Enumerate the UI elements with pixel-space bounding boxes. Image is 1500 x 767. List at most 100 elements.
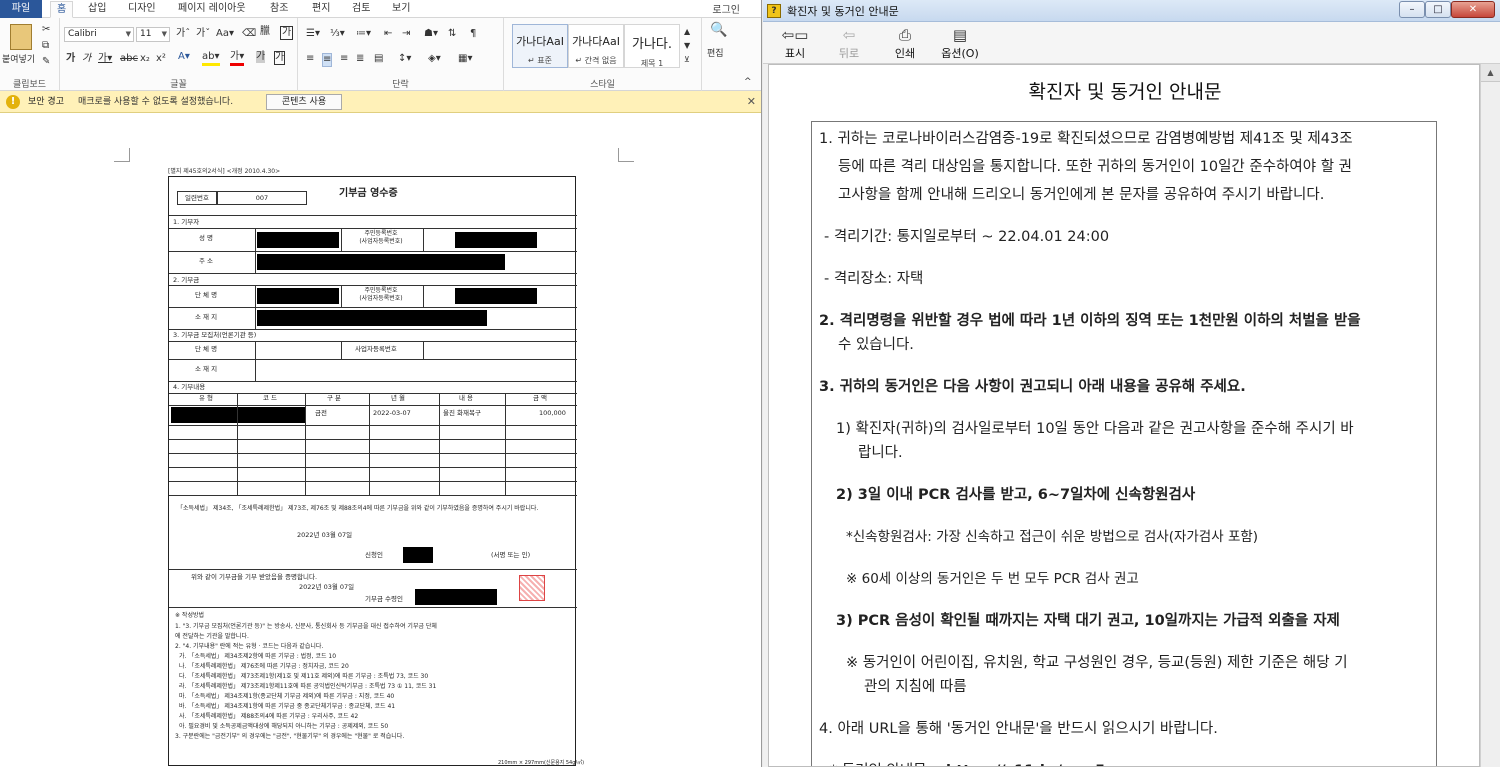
receipt-frame: 일련번호 007 기부금 영수증 1. 기부자 성 명 주민등록번호 (사업자등… bbox=[168, 176, 577, 766]
org-id-label: 주민등록번호 (사업자등록번호) bbox=[359, 287, 403, 302]
tab-page-layout[interactable]: 페이지 레이아웃 bbox=[172, 1, 252, 18]
tab-view[interactable]: 보기 bbox=[386, 1, 416, 18]
italic-icon[interactable]: 가 bbox=[82, 53, 91, 65]
numbering-icon[interactable]: ⅓▾ bbox=[330, 28, 345, 40]
underline-icon[interactable]: 가▾ bbox=[98, 53, 112, 65]
borders-icon[interactable]: ▦▾ bbox=[458, 53, 472, 65]
sort-icon[interactable]: ⇅ bbox=[448, 28, 456, 40]
styles-scroll-down-icon[interactable]: ▼ bbox=[684, 40, 690, 52]
tab-insert[interactable]: 삽입 bbox=[82, 1, 112, 18]
char-border-icon[interactable]: 가 bbox=[274, 51, 286, 65]
print-button[interactable]: ⎙ 인쇄 bbox=[885, 25, 925, 61]
tab-design[interactable]: 디자인 bbox=[122, 1, 162, 18]
font-size-select[interactable]: 11 ▼ bbox=[136, 27, 170, 42]
login-link[interactable]: 로그인 bbox=[712, 1, 740, 16]
clear-format-icon[interactable]: ⌫ bbox=[242, 28, 256, 40]
styles-label: 스타일 bbox=[590, 80, 615, 90]
find-icon[interactable]: 🔍 bbox=[710, 23, 727, 37]
justify-icon[interactable]: ≣ bbox=[356, 53, 364, 65]
vertical-scrollbar[interactable]: ▲ bbox=[1480, 64, 1500, 767]
text-effects-icon[interactable]: A▾ bbox=[178, 51, 190, 63]
notice-p1-line3: 고사항을 함께 안내해 드리오니 동거인에게 본 문자를 공유하여 주시기 바랍… bbox=[838, 187, 1325, 203]
font-name-select[interactable]: Calibri ▼ bbox=[64, 27, 134, 42]
align-center-icon[interactable]: ≡ bbox=[322, 53, 333, 67]
superscript-icon[interactable]: x² bbox=[156, 53, 166, 65]
vline bbox=[255, 341, 256, 381]
highlight-icon[interactable]: ab▾ bbox=[202, 51, 220, 66]
style-heading-1[interactable]: 가나다. 제목 1 bbox=[624, 24, 680, 68]
style-no-spacing[interactable]: 가나다AaI ↵ 간격 없음 bbox=[568, 24, 624, 68]
enclose-char-icon[interactable]: 가 bbox=[280, 26, 294, 40]
increase-indent-icon[interactable]: ⇥ bbox=[402, 28, 410, 40]
scroll-up-icon[interactable]: ▲ bbox=[1481, 64, 1500, 82]
redacted-id-number bbox=[455, 232, 537, 248]
line-spacing-icon[interactable]: ↕▾ bbox=[398, 53, 411, 65]
style-normal[interactable]: 가나다AaI ↵ 표준 bbox=[512, 24, 568, 68]
margin-mark-tr bbox=[618, 148, 634, 162]
statement-text: 「소득세법」 제34조, 「조세특례제한법」 제73조, 제76조 및 제88조… bbox=[177, 505, 539, 512]
hline bbox=[169, 481, 577, 482]
enable-content-button[interactable]: 콘텐츠 사용 bbox=[266, 94, 342, 110]
copy-icon[interactable]: ⧉ bbox=[42, 40, 49, 52]
notice-link-url[interactable]: https://c11.kr/wpv5 bbox=[946, 758, 1105, 766]
paste-button[interactable]: 붙여넣기 bbox=[2, 54, 35, 66]
edit-button[interactable]: 편집 bbox=[707, 48, 724, 60]
notice-kids-line2: 관의 지침에 따름 bbox=[864, 679, 967, 695]
close-button[interactable]: ✕ bbox=[1451, 1, 1495, 18]
show-button[interactable]: ⇦▭ 표시 bbox=[775, 25, 815, 61]
viewer-content[interactable]: 확진자 및 동거인 안내문 1. 귀하는 코로나바이러스감염증-19로 확진되셨… bbox=[768, 64, 1480, 767]
org-name-label: 단 체 명 bbox=[195, 291, 218, 299]
paste-icon[interactable] bbox=[10, 24, 32, 50]
cut-icon[interactable]: ✂ bbox=[42, 24, 50, 36]
row1-date: 2022-03-07 bbox=[373, 409, 411, 417]
vline bbox=[439, 393, 440, 495]
font-color-icon[interactable]: 가▾ bbox=[230, 51, 245, 66]
strikethrough-icon[interactable]: abc bbox=[120, 53, 138, 65]
serial-label: 일련번호 bbox=[177, 191, 217, 205]
multilevel-list-icon[interactable]: ≔▾ bbox=[356, 28, 371, 40]
minimize-button[interactable]: – bbox=[1399, 1, 1425, 18]
options-button[interactable]: ▤ 옵션(O) bbox=[937, 25, 983, 61]
phonetic-guide-icon[interactable]: 臘 bbox=[260, 26, 270, 38]
char-shading-icon[interactable]: 가 bbox=[256, 51, 266, 63]
tab-review[interactable]: 검토 bbox=[346, 1, 376, 18]
change-case-icon[interactable]: Aa▾ bbox=[216, 28, 234, 40]
grow-font-icon[interactable]: 가ˆ bbox=[176, 28, 190, 40]
section-3-label: 3. 기부금 모집처(언론기관 등) bbox=[173, 331, 257, 339]
back-button[interactable]: ⇦ 뒤로 bbox=[829, 25, 869, 61]
styles-scroll-up-icon[interactable]: ▲ bbox=[684, 26, 690, 38]
form-reference: [별지 제45호의2서식] <개정 2010.4.30> bbox=[168, 168, 281, 175]
shading-icon[interactable]: ◈▾ bbox=[428, 53, 441, 65]
vline bbox=[341, 285, 342, 307]
show-marks-icon[interactable]: ¶ bbox=[470, 28, 476, 40]
align-right-icon[interactable]: ≡ bbox=[340, 53, 348, 65]
redacted-org-id bbox=[455, 288, 537, 304]
asian-layout-icon[interactable]: ☗▾ bbox=[424, 28, 438, 40]
bold-icon[interactable]: 가 bbox=[66, 53, 75, 65]
distributed-icon[interactable]: ▤ bbox=[374, 53, 383, 65]
shrink-font-icon[interactable]: 가ˇ bbox=[196, 28, 210, 40]
tab-mailings[interactable]: 편지 bbox=[306, 1, 336, 18]
collapse-ribbon-icon[interactable]: ^ bbox=[744, 76, 752, 88]
maximize-button[interactable]: □ bbox=[1425, 1, 1451, 18]
subscript-icon[interactable]: x₂ bbox=[140, 53, 150, 65]
format-painter-icon[interactable]: ✎ bbox=[42, 56, 50, 68]
method-line-5: 나. 「조세특례제한법」 제76조에 따른 기부금 : 정치자금, 코드 20 bbox=[179, 663, 349, 670]
tab-home[interactable]: 홈 bbox=[50, 1, 74, 18]
close-icon[interactable]: ✕ bbox=[747, 91, 756, 113]
method-title: ※ 작성방법 bbox=[175, 612, 205, 619]
style-no-spacing-preview: 가나다AaI bbox=[572, 35, 620, 48]
viewer-window: ? 확진자 및 동거인 안내문 – □ ✕ ⇦▭ 표시 ⇦ 뒤로 ⎙ 인쇄 ▤ 옵션(O… bbox=[763, 0, 1500, 767]
vline bbox=[255, 285, 256, 329]
vline bbox=[505, 393, 506, 495]
decrease-indent-icon[interactable]: ⇤ bbox=[384, 28, 392, 40]
notice-title: 확진자 및 동거인 안내문 bbox=[1028, 81, 1222, 103]
styles-more-icon[interactable]: ⊻ bbox=[684, 54, 690, 66]
tab-file[interactable]: 파일 bbox=[0, 0, 42, 18]
bullets-icon[interactable]: ☰▾ bbox=[306, 28, 320, 40]
title-bar: ? 확진자 및 동거인 안내문 – □ ✕ bbox=[763, 0, 1500, 22]
hline bbox=[169, 341, 577, 342]
tab-references[interactable]: 참조 bbox=[264, 1, 294, 18]
align-left-icon[interactable]: ≡ bbox=[306, 53, 314, 65]
col-date: 년 월 bbox=[391, 394, 406, 402]
